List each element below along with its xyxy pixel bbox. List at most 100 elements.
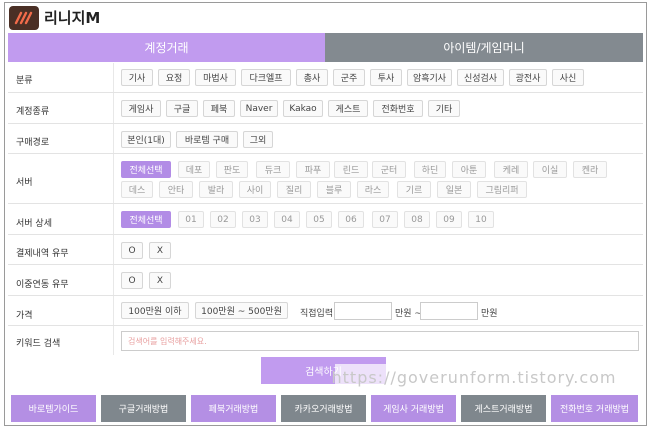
filter-row-keyword: 키워드 검색 검색어를 입력해주세요.: [8, 326, 643, 355]
chip-price-under-100[interactable]: 100만원 이하: [121, 302, 189, 319]
chip-dual-link-no[interactable]: X: [149, 272, 171, 289]
chip-account-type[interactable]: 게스트: [328, 100, 368, 117]
row-label: 가격: [16, 311, 33, 321]
chip-payment-yes[interactable]: O: [121, 242, 143, 259]
chip-server[interactable]: 그림리퍼: [477, 181, 527, 198]
chip-server[interactable]: 하딘: [414, 161, 446, 178]
filter-row-purchase-route: 구매경로 본인(1대) 바로템 구매 그외: [8, 124, 643, 154]
chip-dual-link-yes[interactable]: O: [121, 272, 143, 289]
price-max-input[interactable]: [420, 302, 478, 320]
chip-account-type[interactable]: 구글: [166, 100, 198, 117]
chip-purchase-route[interactable]: 바로템 구매: [176, 131, 238, 148]
guide-button-phone[interactable]: 전화번호 거래방법: [551, 395, 638, 422]
chip-category[interactable]: 암흑기사: [407, 69, 452, 86]
chip-server-detail[interactable]: 09: [436, 211, 462, 228]
chip-server[interactable]: 데포: [178, 161, 210, 178]
chip-server[interactable]: 린드: [334, 161, 368, 178]
chip-server[interactable]: 케레: [494, 161, 528, 178]
chip-category[interactable]: 다크엘프: [241, 69, 291, 86]
chip-server[interactable]: 군터: [372, 161, 406, 178]
chip-server[interactable]: 파푸: [296, 161, 330, 178]
chip-server[interactable]: 판도: [216, 161, 248, 178]
row-label: 계정종류: [16, 107, 50, 117]
chip-server-detail[interactable]: 06: [338, 211, 364, 228]
guide-button-kakao[interactable]: 카카오거래방법: [281, 395, 366, 422]
row-label: 서버 상세: [16, 219, 52, 229]
chip-server[interactable]: 발라: [199, 181, 233, 198]
filter-row-price: 가격 100만원 이하 100만원 ~ 500만원 직접입력 만원 ~ 만원: [8, 296, 643, 326]
chip-server-detail[interactable]: 03: [242, 211, 268, 228]
price-unit-from: 만원 ~: [395, 309, 422, 319]
chip-category[interactable]: 마법사: [195, 69, 236, 86]
filter-row-account-type: 계정종류 게임사 구글 페북 Naver Kakao 게스트 전화번호 기타: [8, 93, 643, 124]
chip-server[interactable]: 기르: [397, 181, 431, 198]
header: 리니지M: [5, 3, 646, 33]
chip-server[interactable]: 질리: [277, 181, 311, 198]
row-label: 이중연동 유무: [16, 280, 69, 290]
chip-server[interactable]: 일본: [437, 181, 471, 198]
guide-button-facebook[interactable]: 페북거래방법: [191, 395, 276, 422]
row-label: 서버: [16, 178, 33, 188]
chip-account-type[interactable]: 게임사: [121, 100, 161, 117]
chip-account-type[interactable]: Kakao: [283, 100, 323, 117]
main-panel: 리니지M 계정거래 아이템/게임머니 분류 기사 요정 마법사 다크엘프 총사 …: [4, 2, 647, 426]
chip-server-detail[interactable]: 02: [210, 211, 236, 228]
chip-server[interactable]: 아툰: [452, 161, 486, 178]
chip-server-detail[interactable]: 05: [306, 211, 332, 228]
tab-account-trade[interactable]: 계정거래: [8, 33, 325, 62]
chip-server[interactable]: 이실: [533, 161, 567, 178]
row-label: 구매경로: [16, 138, 50, 148]
chip-category[interactable]: 요정: [158, 69, 190, 86]
chip-category[interactable]: 군주: [333, 69, 365, 86]
keyword-input[interactable]: 검색어를 입력해주세요.: [121, 331, 639, 351]
price-min-input[interactable]: [334, 302, 392, 320]
filter-row-payment-history: 결제내역 유무 O X: [8, 235, 643, 265]
tab-bar: 계정거래 아이템/게임머니: [8, 33, 643, 62]
chip-server-detail[interactable]: 04: [274, 211, 300, 228]
guide-button-gamecompany[interactable]: 게임사 거래방법: [371, 395, 456, 422]
guide-button-guest[interactable]: 게스트거래방법: [461, 395, 546, 422]
game-logo-icon: [9, 6, 39, 30]
chip-server-detail[interactable]: 07: [372, 211, 398, 228]
page-title: 리니지M: [44, 9, 101, 27]
chip-purchase-route[interactable]: 그외: [243, 131, 273, 148]
guide-button-barotem[interactable]: 바로템가이드: [11, 395, 96, 422]
chip-category[interactable]: 투사: [370, 69, 402, 86]
chip-server[interactable]: 듀크: [256, 161, 290, 178]
watermark-text: https://goverunform.tistory.com: [332, 364, 616, 390]
chip-server[interactable]: 데스: [121, 181, 153, 198]
chip-category[interactable]: 기사: [121, 69, 153, 86]
price-unit-to: 만원: [481, 309, 498, 319]
chip-account-type[interactable]: 기타: [428, 100, 460, 117]
row-label: 분류: [16, 76, 33, 86]
chip-server-detail[interactable]: 10: [468, 211, 494, 228]
filter-row-server: 서버 전체선택 데포 판도 듀크 파푸 린드 군터 하딘 아툰 케레 이실 켄라…: [8, 154, 643, 204]
chip-purchase-route[interactable]: 본인(1대): [121, 131, 171, 148]
chip-category[interactable]: 광전사: [509, 69, 547, 86]
guide-button-google[interactable]: 구글거래방법: [101, 395, 186, 422]
chip-price-100-500[interactable]: 100만원 ~ 500만원: [195, 302, 288, 319]
chip-category[interactable]: 총사: [296, 69, 328, 86]
chip-server[interactable]: 안타: [159, 181, 193, 198]
chip-server-detail[interactable]: 01: [178, 211, 204, 228]
chip-category[interactable]: 신성검사: [457, 69, 504, 86]
chip-server-detail[interactable]: 08: [404, 211, 430, 228]
chip-account-type[interactable]: Naver: [240, 100, 278, 117]
chip-server[interactable]: 라스: [357, 181, 389, 198]
chip-server[interactable]: 켄라: [573, 161, 607, 178]
chip-server[interactable]: 사이: [239, 181, 271, 198]
chip-server[interactable]: 블루: [317, 181, 351, 198]
chip-server-all[interactable]: 전체선택: [121, 161, 171, 178]
filter-row-dual-link: 이중연동 유무 O X: [8, 265, 643, 296]
chip-account-type[interactable]: 페북: [203, 100, 235, 117]
filter-row-category: 분류 기사 요정 마법사 다크엘프 총사 군주 투사 암흑기사 신성검사 광전사…: [8, 63, 643, 93]
filter-row-server-detail: 서버 상세 전체선택 01 02 03 04 05 06 07 08 09 10: [8, 204, 643, 235]
direct-input-label: 직접입력: [300, 309, 334, 319]
tab-item-gamemoney[interactable]: 아이템/게임머니: [325, 33, 643, 62]
chip-payment-no[interactable]: X: [149, 242, 171, 259]
chip-account-type[interactable]: 전화번호: [373, 100, 423, 117]
chip-category[interactable]: 사신: [552, 69, 584, 86]
chip-server-detail-all[interactable]: 전체선택: [121, 211, 171, 228]
row-label: 키워드 검색: [16, 339, 61, 349]
row-label: 결제내역 유무: [16, 249, 69, 259]
